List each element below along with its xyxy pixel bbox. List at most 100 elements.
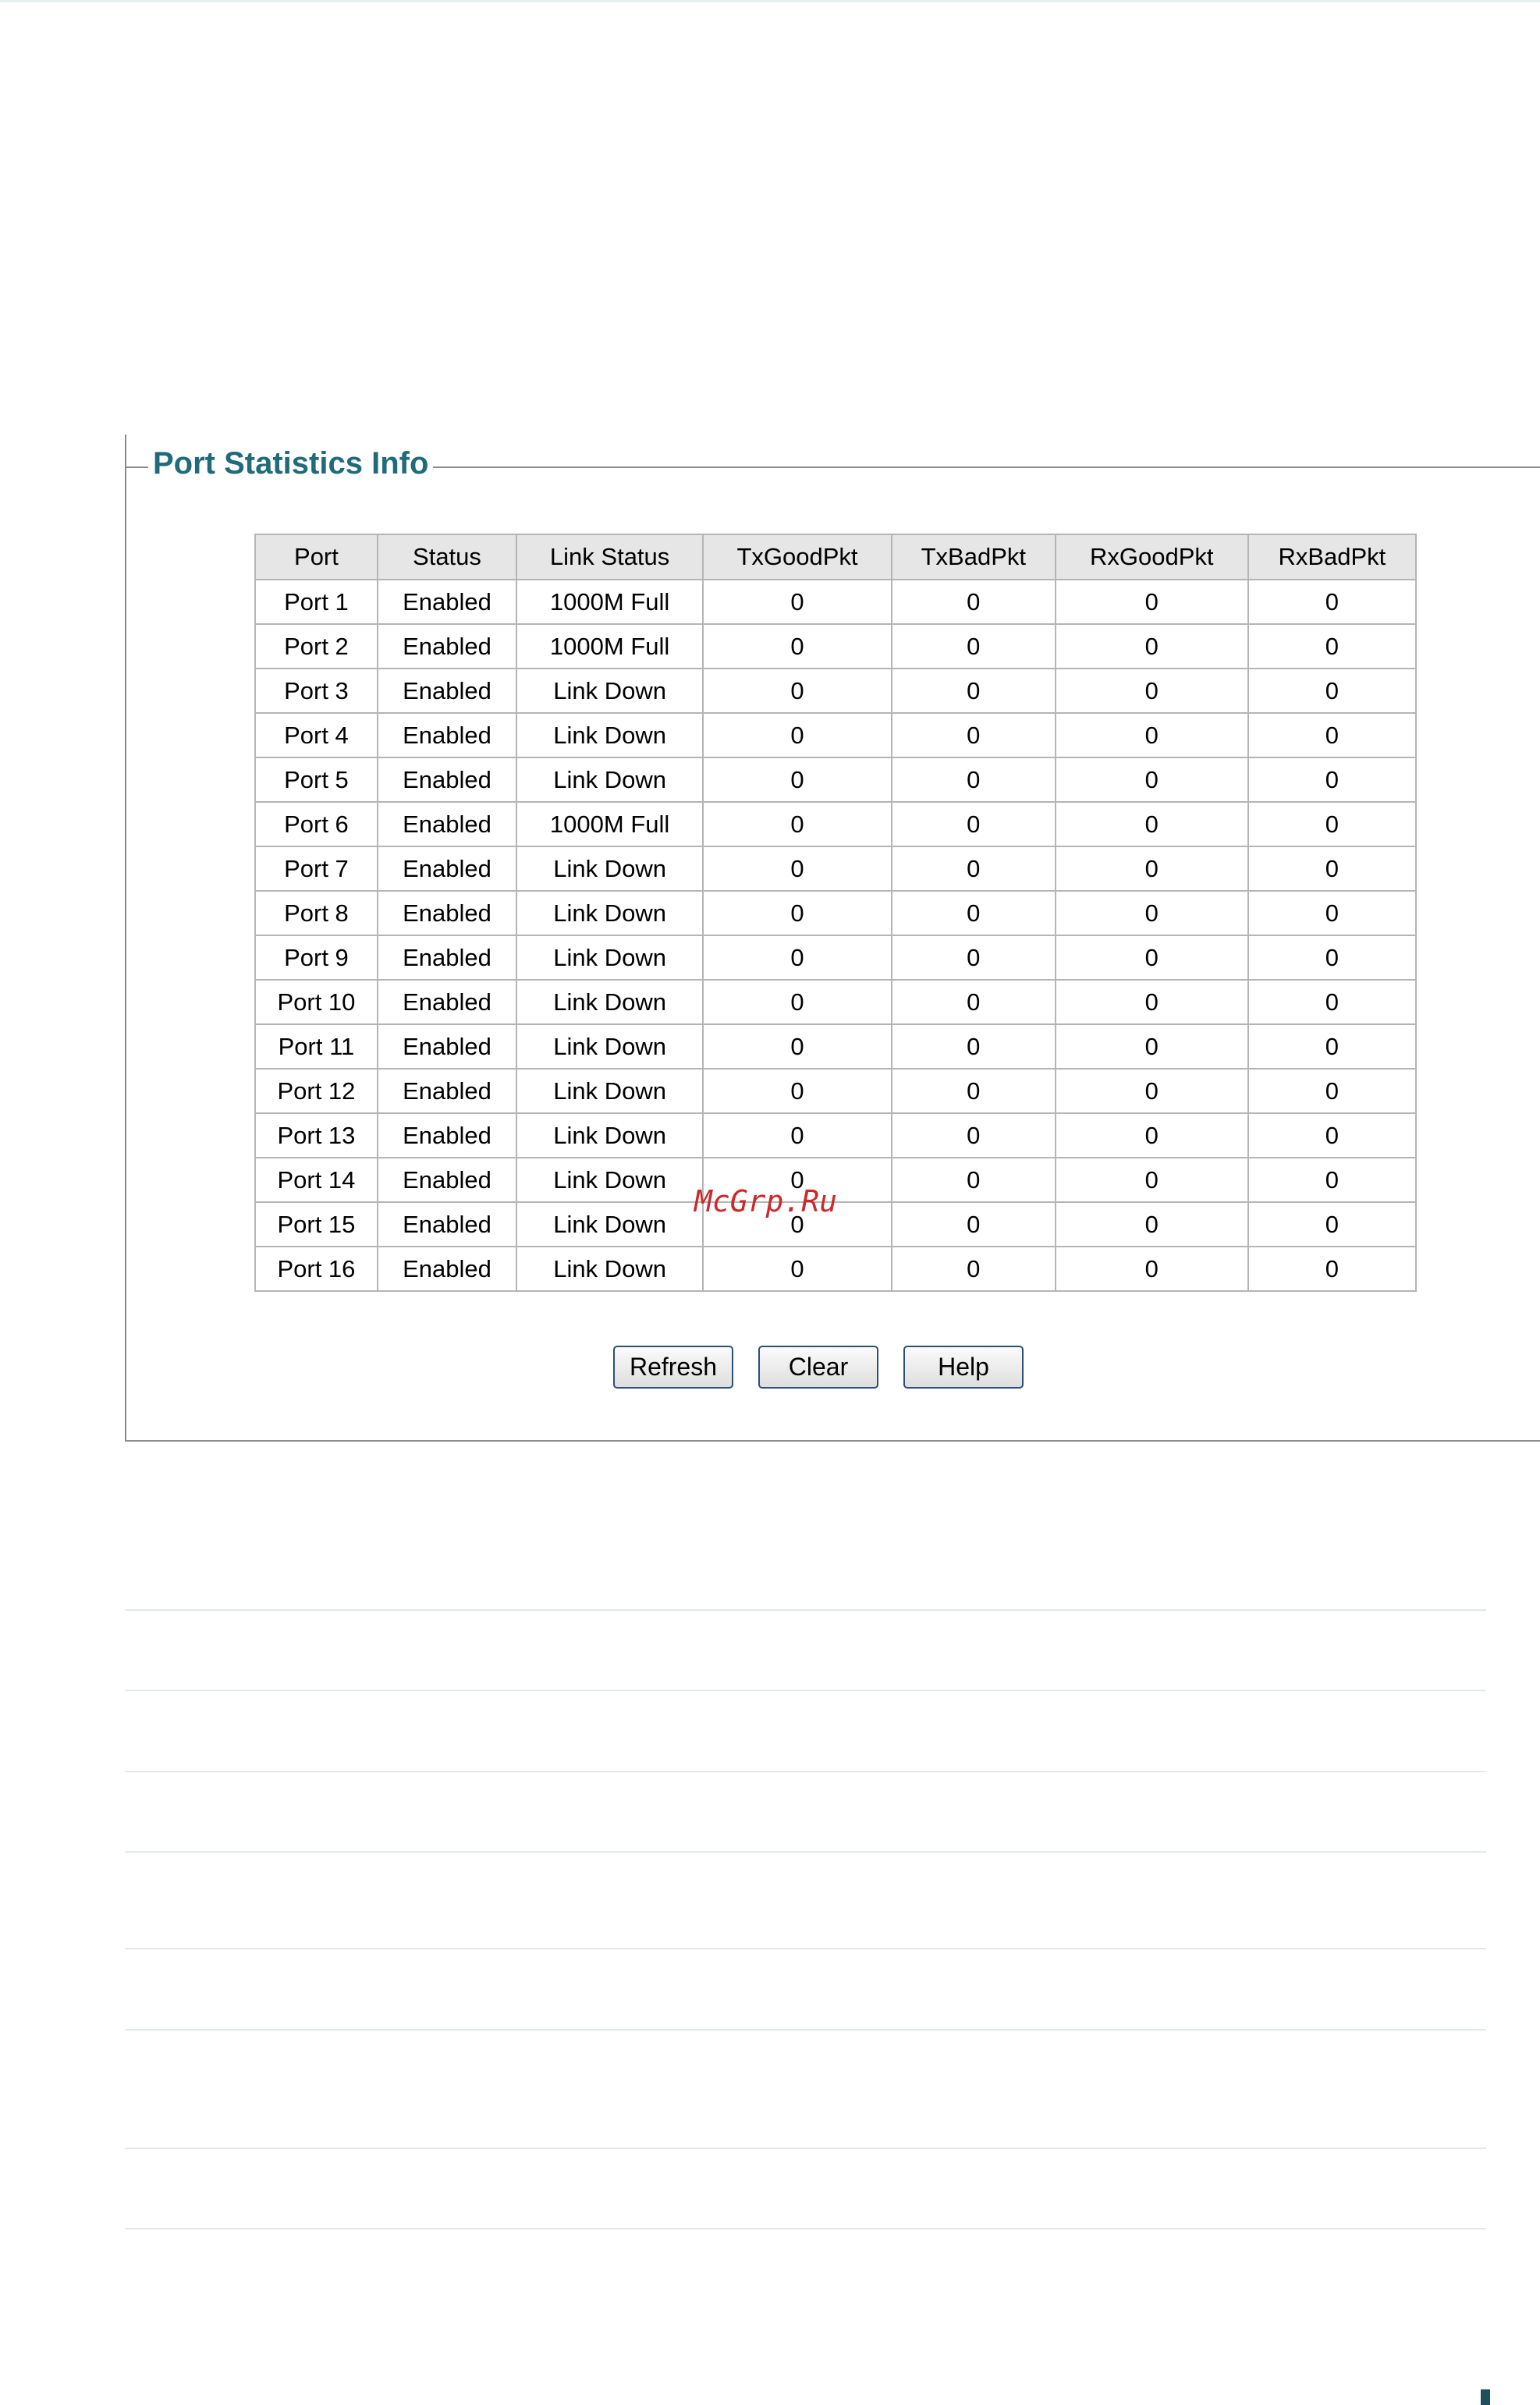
cell-status: Enabled (376, 712, 518, 758)
clear-button[interactable]: Clear (758, 1346, 878, 1389)
cell-link-status: Link Down (516, 1112, 704, 1158)
cell-rxbadpkt: 0 (1247, 1157, 1418, 1203)
cell-status: Enabled (376, 846, 518, 892)
cell-link-status: 1000M Full (516, 623, 704, 669)
cell-rxbadpkt: 0 (1247, 979, 1418, 1025)
cell-port: Port 12 (254, 1068, 378, 1114)
cell-rxbadpkt: 0 (1247, 579, 1418, 625)
cell-txgoodpkt: 0 (702, 1068, 892, 1114)
cell-status: Enabled (376, 757, 518, 803)
cell-txgoodpkt: 0 (702, 979, 892, 1025)
cell-status: Enabled (376, 579, 518, 625)
cell-txbadpkt: 0 (890, 579, 1056, 625)
cell-status: Enabled (376, 979, 518, 1025)
cell-txbadpkt: 0 (890, 1112, 1056, 1158)
cell-rxgoodpkt: 0 (1054, 846, 1249, 892)
cell-port: Port 5 (254, 757, 378, 803)
column-header-txgoodpkt: TxGoodPkt (702, 534, 892, 580)
cell-rxgoodpkt: 0 (1054, 757, 1249, 803)
cell-link-status: Link Down (516, 712, 704, 758)
cell-txbadpkt: 0 (890, 935, 1056, 981)
cell-link-status: 1000M Full (516, 579, 704, 625)
table-header-row: Port Status Link Status TxGoodPkt TxBadP… (254, 534, 1418, 580)
cell-rxbadpkt: 0 (1247, 1246, 1418, 1292)
cell-link-status: Link Down (516, 757, 704, 803)
cell-port: Port 15 (254, 1201, 378, 1247)
cell-rxgoodpkt: 0 (1054, 579, 1249, 625)
column-header-rxbadpkt: RxBadPkt (1247, 534, 1418, 580)
cell-rxgoodpkt: 0 (1054, 623, 1249, 669)
cell-rxgoodpkt: 0 (1054, 935, 1249, 981)
column-header-txbadpkt: TxBadPkt (890, 534, 1056, 580)
cell-txbadpkt: 0 (890, 712, 1056, 758)
cell-link-status: 1000M Full (516, 801, 704, 847)
refresh-button[interactable]: Refresh (613, 1346, 733, 1389)
cell-txgoodpkt: 0 (702, 890, 892, 936)
table-row: Port 5 Enabled Link Down 0 0 0 0 (254, 757, 1418, 803)
cell-txbadpkt: 0 (890, 890, 1056, 936)
table-row: Port 8 Enabled Link Down 0 0 0 0 (254, 890, 1418, 936)
cell-rxgoodpkt: 0 (1054, 1068, 1249, 1114)
cell-rxbadpkt: 0 (1247, 1112, 1418, 1158)
cell-port: Port 7 (254, 846, 378, 892)
cell-rxbadpkt: 0 (1247, 935, 1418, 981)
table-row: Port 1 Enabled 1000M Full 0 0 0 0 (254, 579, 1418, 625)
cell-rxgoodpkt: 0 (1054, 801, 1249, 847)
cell-txgoodpkt: 0 (702, 1112, 892, 1158)
button-row: Refresh Clear Help (613, 1346, 1024, 1389)
cell-txbadpkt: 0 (890, 1246, 1056, 1292)
cell-rxbadpkt: 0 (1247, 801, 1418, 847)
cell-status: Enabled (376, 1023, 518, 1069)
cell-rxgoodpkt: 0 (1054, 1023, 1249, 1069)
divider-line (125, 1690, 1486, 1691)
cell-port: Port 4 (254, 712, 378, 758)
cell-status: Enabled (376, 1246, 518, 1292)
column-header-status: Status (376, 534, 518, 580)
cell-txgoodpkt: 0 (702, 935, 892, 981)
cell-rxgoodpkt: 0 (1054, 712, 1249, 758)
cell-txbadpkt: 0 (890, 1023, 1056, 1069)
cell-link-status: Link Down (516, 979, 704, 1025)
cell-rxbadpkt: 0 (1247, 712, 1418, 758)
cell-port: Port 9 (254, 935, 378, 981)
cell-port: Port 8 (254, 890, 378, 936)
divider-line (125, 1948, 1486, 1949)
cell-link-status: Link Down (516, 890, 704, 936)
cell-txbadpkt: 0 (890, 801, 1056, 847)
cell-rxgoodpkt: 0 (1054, 890, 1249, 936)
table-row: Port 2 Enabled 1000M Full 0 0 0 0 (254, 623, 1418, 669)
table-row: Port 4 Enabled Link Down 0 0 0 0 (254, 712, 1418, 758)
top-rule (0, 0, 1540, 2)
cell-status: Enabled (376, 801, 518, 847)
cell-status: Enabled (376, 935, 518, 981)
cell-link-status: Link Down (516, 1201, 704, 1247)
cell-port: Port 14 (254, 1157, 378, 1203)
cell-port: Port 10 (254, 979, 378, 1025)
cell-status: Enabled (376, 1201, 518, 1247)
divider-line (125, 1771, 1486, 1772)
watermark-text: McGrp.Ru (694, 1184, 838, 1218)
cell-status: Enabled (376, 1068, 518, 1114)
cell-link-status: Link Down (516, 1157, 704, 1203)
cell-rxbadpkt: 0 (1247, 1023, 1418, 1069)
panel-title: Port Statistics Info (148, 442, 434, 485)
cell-port: Port 11 (254, 1023, 378, 1069)
port-statistics-table: Port Status Link Status TxGoodPkt TxBadP… (254, 534, 1418, 1292)
table-row: Port 12 Enabled Link Down 0 0 0 0 (254, 1068, 1418, 1114)
table-row: Port 9 Enabled Link Down 0 0 0 0 (254, 935, 1418, 981)
cell-txbadpkt: 0 (890, 979, 1056, 1025)
cell-rxgoodpkt: 0 (1054, 1157, 1249, 1203)
divider-line (125, 1851, 1486, 1853)
help-button[interactable]: Help (903, 1346, 1024, 1389)
page-corner-mark (1481, 2389, 1490, 2405)
cell-rxbadpkt: 0 (1247, 1068, 1418, 1114)
cell-status: Enabled (376, 623, 518, 669)
cell-rxgoodpkt: 0 (1054, 1112, 1249, 1158)
cell-link-status: Link Down (516, 846, 704, 892)
divider-line (125, 2148, 1486, 2149)
cell-link-status: Link Down (516, 1023, 704, 1069)
cell-txgoodpkt: 0 (702, 757, 892, 803)
table-row: Port 10 Enabled Link Down 0 0 0 0 (254, 979, 1418, 1025)
cell-txgoodpkt: 0 (702, 579, 892, 625)
cell-rxbadpkt: 0 (1247, 1201, 1418, 1247)
